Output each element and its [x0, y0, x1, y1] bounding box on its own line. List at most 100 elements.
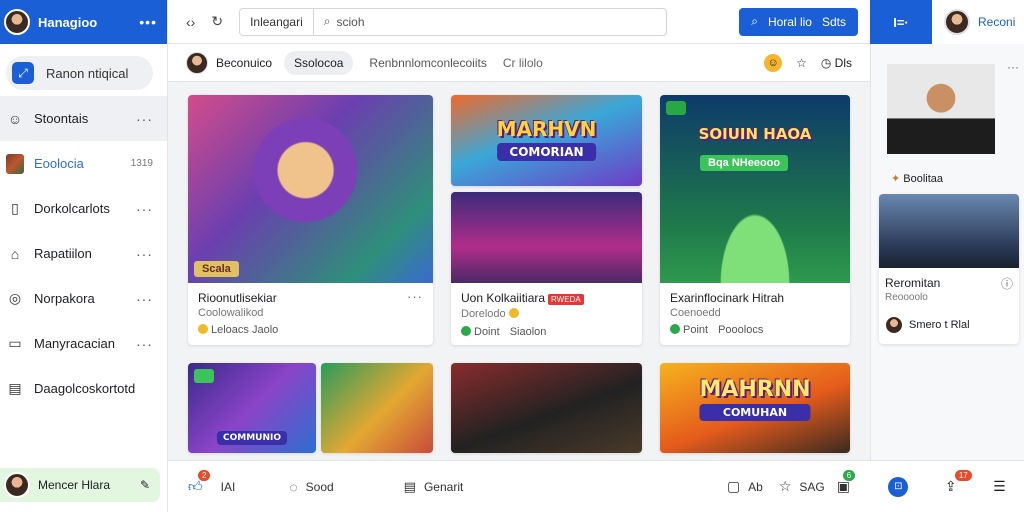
more-icon[interactable]: ··· [136, 201, 153, 217]
sidebar-item-stoontais[interactable]: ☺ Stoontais ··· [0, 96, 167, 141]
subbar-link[interactable]: Renbnnlomconlecoiits [369, 56, 486, 70]
back-icon[interactable]: ‹› [186, 14, 195, 30]
content-card[interactable]: Uon Kolkaiitiara RWEDA Dorelodo Doint Siao… [451, 192, 642, 345]
share-icon[interactable]: ⇪ 17 [945, 470, 972, 495]
avatar[interactable] [4, 9, 30, 35]
avatar [885, 316, 903, 334]
bottom-item-share[interactable]: ☆ SAG [779, 478, 825, 495]
card-meta-label: Point [683, 324, 709, 336]
search-input[interactable]: ⌕ scioh [314, 14, 365, 29]
content-card[interactable] [451, 363, 642, 453]
more-icon[interactable]: ··· [407, 289, 423, 304]
bottom-item-genarit[interactable]: ▤ Genarit [404, 479, 464, 495]
sidebar-item-eoolocia[interactable]: Eoolocia 1319 [0, 141, 167, 186]
content-card[interactable]: MARHVN COMORIAN [451, 95, 642, 186]
emoji-icon[interactable]: ☺ [764, 53, 783, 72]
coin-icon [198, 324, 208, 334]
card-meta: Point Pooolocs [670, 324, 763, 336]
menu-icon[interactable]: ☰ [993, 478, 1006, 495]
right-header: I=· Reconi [870, 0, 1024, 44]
star-icon[interactable]: ☆ [796, 56, 807, 70]
bottom-item-like[interactable]: 👍︎ 2 IAI [188, 470, 235, 495]
content-card[interactable]: SOIUIN HAOA Bqa NHeeooo Exarinflocinark … [660, 95, 850, 345]
card-banner: MARHVN COMORIAN [496, 117, 597, 161]
card-thumbnail-tag: Scala [194, 261, 239, 277]
avatar[interactable] [944, 9, 970, 35]
footer-user-name: Mencer Hlara [38, 478, 111, 492]
subbar-user-label[interactable]: Beconuico [216, 56, 272, 70]
more-icon[interactable]: ··· [1007, 60, 1019, 74]
info-icon[interactable]: ⓘ [1001, 275, 1013, 292]
card-meta-label: Pooolocs [718, 324, 764, 336]
card-thumbnail[interactable] [451, 363, 642, 453]
coin-icon [508, 308, 519, 318]
address-search-bar[interactable]: Inleangari ⌕ scioh [239, 7, 668, 36]
card-thumbnail[interactable] [451, 192, 642, 283]
edit-icon[interactable]: ✎ [140, 478, 150, 492]
right-card[interactable]: ··· ✦ Boolitaa [879, 56, 1019, 186]
bottom-bar: 👍︎ 2 IAI ◌ Sood ▤ Genarit ▢ Ab ☆ SAG ▣ 6 [168, 460, 870, 512]
sidebar-footer-user[interactable]: Mencer Hlara ✎ [0, 468, 160, 502]
card-thumbnail[interactable] [879, 194, 1019, 268]
card-thumbnail[interactable] [321, 363, 433, 453]
more-icon[interactable]: ··· [136, 291, 153, 307]
sidebar-item-label: Eoolocia [34, 156, 84, 171]
card-thumbnail[interactable]: COMMUNIO [188, 363, 316, 453]
avatar[interactable] [186, 51, 208, 74]
right-card-title[interactable]: Reromitan [885, 276, 940, 290]
card-thumbnail[interactable]: Scala [188, 95, 433, 283]
subbar-pill[interactable]: Ssolocoa [284, 50, 354, 75]
bottom-item-comments[interactable]: ▢ Ab [727, 478, 763, 495]
sidebar-item-label: Daagolcoskortotd [34, 381, 136, 396]
sidebar-item-daagolcoskortotd[interactable]: ▤ Daagolcoskortotd [0, 366, 167, 411]
list-icon: ▭ [8, 335, 22, 351]
sidebar-item-norpakora[interactable]: ◎ Norpakora ··· [0, 276, 167, 321]
card-title[interactable]: Exarinflocinark Hitrah [670, 291, 784, 305]
info-icon: ✦ [891, 173, 901, 185]
sidebar-item-rapatiilon[interactable]: ⌂ Rapatiilon ··· [0, 231, 167, 276]
clock-icon[interactable]: ◷ Dls [821, 56, 852, 70]
card-title[interactable]: Rioonutlisekiar [198, 291, 277, 305]
sidebar-item-label: Stoontais [34, 111, 89, 126]
content-card[interactable]: COMMUNIO [188, 363, 316, 453]
bottom-item-label: Genarit [423, 479, 464, 494]
card-title[interactable]: Uon Kolkaiitiara RWEDA [461, 291, 584, 305]
more-icon[interactable]: ··· [136, 246, 153, 262]
right-card-user-name: Smero t Rlal [909, 319, 970, 331]
card-banner-subtitle: COMORIAN [496, 143, 597, 161]
bottom-item-messages[interactable]: ▣ 6 [837, 470, 856, 495]
content-card[interactable] [321, 363, 433, 453]
left-sidebar: Hanagioo ••• ⤢ Ranon ntiqical ☺ Stoontai… [0, 0, 168, 512]
card-thumbnail[interactable]: MARHVN COMORIAN [451, 95, 642, 186]
right-card[interactable]: Reromitan ⓘ Reoooolo Smero t Rlal [879, 194, 1019, 344]
grid-view-button[interactable]: I=· [870, 0, 932, 44]
more-icon[interactable]: ••• [139, 14, 157, 30]
sidebar-item-label: Dorkolcarlots [34, 201, 110, 216]
content-card[interactable]: MAHRNN COMUHAN [660, 363, 850, 453]
card-badge: RWEDA [548, 294, 584, 305]
smiley-icon: ☺ [7, 110, 23, 127]
document-icon: ▤ [8, 380, 22, 396]
lock-icon[interactable]: ⊡ [888, 476, 909, 497]
sub-bar: Beconuico Ssolocoa Renbnnlomconlecoiits … [168, 44, 870, 82]
more-icon[interactable]: ··· [136, 111, 153, 127]
card-thumbnail[interactable]: SOIUIN HAOA Bqa NHeeooo [660, 95, 850, 283]
content-card[interactable]: Scala Rioonutlisekiar ··· Coolowalikod L… [188, 95, 433, 345]
bottom-item-sood[interactable]: ◌ Sood [289, 479, 333, 495]
sidebar-quick-action[interactable]: ⤢ Ranon ntiqical [6, 56, 153, 90]
primary-button-extra: Sdts [821, 14, 846, 29]
right-user-name[interactable]: Reconi [978, 15, 1015, 29]
subbar-link[interactable]: Cr lilolo [503, 56, 543, 70]
sidebar-item-manyracacian[interactable]: ▭ Manyracacian ··· [0, 321, 167, 366]
card-meta: Leloacs Jaolo [198, 324, 278, 336]
content-grid: Scala Rioonutlisekiar ··· Coolowalikod L… [168, 82, 870, 460]
address-segment[interactable]: Inleangari [240, 8, 314, 35]
right-card-user[interactable]: Smero t Rlal [885, 316, 970, 334]
card-banner: COMMUNIO [216, 429, 288, 445]
sidebar-item-dorkolcarlots[interactable]: ▯ Dorkolcarlots ··· [0, 186, 167, 231]
refresh-icon[interactable]: ↻ [211, 13, 223, 30]
card-thumbnail[interactable]: MAHRNN COMUHAN [660, 363, 850, 453]
more-icon[interactable]: ··· [136, 336, 153, 352]
primary-search-button[interactable]: ⌕ Horal lio Sdts [739, 7, 858, 36]
profile-photo[interactable] [887, 64, 995, 154]
